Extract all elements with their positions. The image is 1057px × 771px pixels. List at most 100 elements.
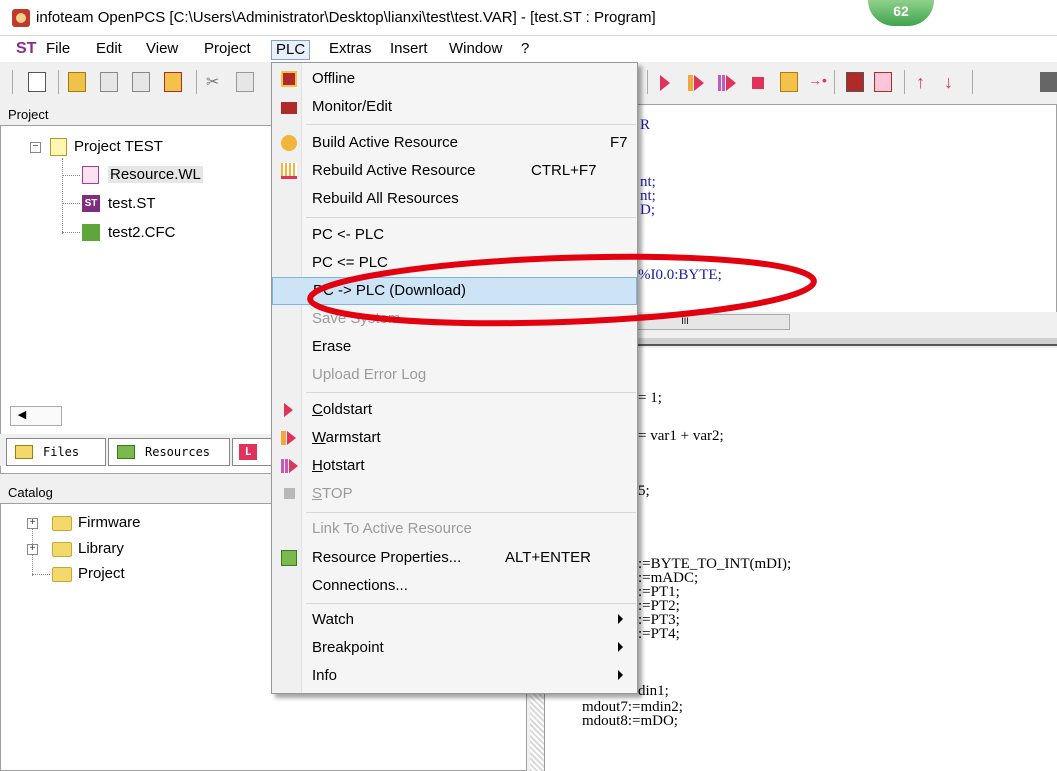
menu-item-rebuild-active[interactable]: Rebuild Active Resource CTRL+F7 [272,158,637,184]
code-line: :=PT1; [638,584,680,600]
link-icon[interactable]: →• [808,72,827,92]
tab-libraries[interactable]: L [232,438,272,466]
tree-line [62,158,63,234]
code-line: mdout7:=mdin2; [582,699,683,715]
tree-item-test2-cfc[interactable]: test2.CFC [108,224,176,241]
expand-expander[interactable]: + [27,544,38,555]
menu-item-erase[interactable]: Erase [272,334,637,360]
menu-item-label: Hotstart [312,457,365,474]
catalog-item-project[interactable]: Project [78,565,125,582]
code-line: mdout8:=mDO; [582,713,678,729]
menu-item-link-active[interactable]: Link To Active Resource [272,516,637,542]
tab-files-label: Files [43,445,80,459]
menu-item-build-active[interactable]: Build Active Resource F7 [272,130,637,156]
toolbar-separator [196,70,197,94]
coldstart-icon[interactable] [660,75,670,91]
menu-item-coldstart[interactable]: Coldstart [272,397,637,423]
hotstart-icon [281,458,298,474]
copy-icon[interactable] [236,72,254,92]
menu-item-save-system[interactable]: Save System... [272,306,637,332]
toolbar-separator [904,70,905,94]
menu-item-monitor-edit[interactable]: Monitor/Edit [272,94,637,120]
code-line: %I0.0:BYTE; [638,267,722,283]
menu-window[interactable]: Window [445,40,506,60]
collapse-expander[interactable]: − [30,142,41,153]
monitor-icon[interactable] [874,72,892,92]
menu-item-upload-error-log[interactable]: Upload Error Log [272,362,637,388]
toolbar-separator [834,70,835,94]
menu-item-resource-properties[interactable]: Resource Properties... ALT+ENTER [272,545,637,571]
menu-item-label: Watch [312,611,354,628]
menu-item-label: Monitor/Edit [312,98,393,115]
print-icon[interactable] [164,72,182,92]
menu-edit[interactable]: Edit [92,40,126,60]
cfc-file-icon [82,224,100,241]
rebuild-icon [281,163,297,179]
menu-item-info[interactable]: Info [272,663,637,689]
mnemonic: S [312,485,323,502]
menu-item-pc-eq-plc[interactable]: PC <= PLC [272,250,637,276]
tab-resources-label: Resources [145,445,211,459]
tab-resources[interactable]: Resources [108,438,230,466]
tree-project-root[interactable]: Project TEST [74,138,163,155]
scroll-left-icon[interactable]: ◀ [10,406,34,426]
properties-icon [281,550,297,566]
menu-shortcut: CTRL+F7 [531,162,597,179]
arrow-up-icon[interactable]: ↑ [916,72,934,92]
save-all-icon[interactable] [132,72,150,92]
expand-expander[interactable]: + [27,518,38,529]
app-icon [12,9,30,27]
menu-item-label: PC -> PLC (Download) [313,282,466,299]
tree-line [62,232,80,233]
menu-plc[interactable]: PLC [271,40,311,60]
menu-item-pc-from-plc[interactable]: PC <- PLC [272,222,637,248]
menu-item-download[interactable]: PC -> PLC (Download) [272,277,637,305]
arrow-down-icon[interactable]: ↓ [944,72,962,92]
menu-insert[interactable]: Insert [386,40,432,60]
menu-item-label: Rebuild Active Resource [312,162,476,179]
catalog-item-library[interactable]: Library [78,540,124,557]
save-icon[interactable] [100,72,118,92]
new-file-icon[interactable] [28,72,46,92]
toolbar-separator [647,70,648,94]
tree-line [32,574,50,575]
warmstart-icon[interactable] [688,75,706,95]
menu-item-connections[interactable]: Connections... [272,573,637,599]
menu-item-offline[interactable]: Offline [272,66,637,92]
menu-item-hotstart[interactable]: Hotstart [272,453,637,479]
menu-file[interactable]: File [42,40,74,60]
menu-item-label-rest: TOP [322,485,353,502]
menu-help[interactable]: ? [517,40,533,60]
menu-extras[interactable]: Extras [325,40,376,60]
menu-view[interactable]: View [142,40,182,60]
menu-item-stop[interactable]: STOP [272,481,637,507]
menu-shortcut: ALT+ENTER [505,549,591,566]
stop-icon[interactable] [752,77,764,89]
code-line: :=BYTE_TO_INT(mDI); [638,556,792,572]
project-icon [50,138,67,156]
code-line: :=PT2; [638,598,680,614]
tree-item-test-st[interactable]: test.ST [108,195,156,212]
offline-icon[interactable] [846,72,864,92]
menu-item-warmstart[interactable]: Warmstart [272,425,637,451]
menu-item-label: Upload Error Log [312,366,427,383]
code-line: 5; [638,483,650,499]
hand-icon[interactable] [1040,72,1057,92]
menu-item-label: Connections... [312,577,408,594]
menu-project[interactable]: Project [200,40,255,60]
code-line: nt; [640,174,656,190]
resource-icon[interactable] [780,72,798,92]
menu-item-label: Link To Active Resource [312,520,472,537]
open-folder-icon[interactable] [68,72,86,92]
menu-item-rebuild-all[interactable]: Rebuild All Resources [272,186,637,212]
tab-files[interactable]: Files [6,438,106,466]
tree-item-resource[interactable]: Resource.WL [108,166,203,183]
catalog-item-firmware[interactable]: Firmware [78,514,141,531]
code-line: din1; [638,683,669,699]
menu-item-label: STOP [312,485,353,502]
menu-item-breakpoint[interactable]: Breakpoint [272,635,637,661]
cut-icon[interactable]: ✂ [206,72,224,92]
libraries-tab-icon: L [239,444,257,460]
menu-item-watch[interactable]: Watch [272,607,637,633]
hotstart-icon[interactable] [718,75,736,95]
